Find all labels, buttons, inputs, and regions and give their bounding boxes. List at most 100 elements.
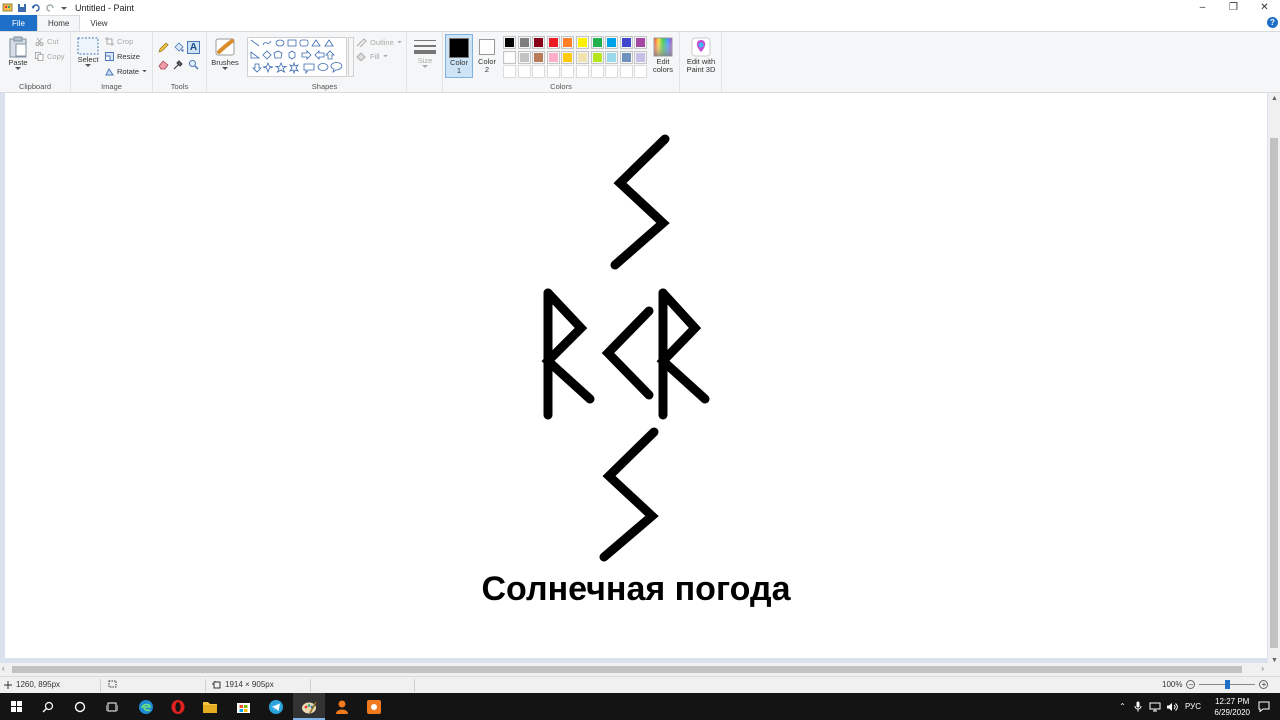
help-icon[interactable]: ?	[1267, 17, 1278, 28]
palette-swatch[interactable]	[532, 50, 546, 64]
palette-swatch[interactable]	[503, 50, 516, 64]
task-view-icon	[106, 702, 118, 711]
palette-swatch[interactable]	[634, 36, 648, 49]
scroll-up-icon[interactable]: ▲	[1271, 95, 1278, 102]
close-button[interactable]: ✕	[1249, 0, 1280, 15]
brushes-button[interactable]: Brushes	[210, 36, 240, 71]
color1-button[interactable]: Color 1	[445, 34, 473, 78]
palette-swatch[interactable]	[561, 36, 575, 49]
horizontal-scrollbar[interactable]: ‹ ›	[0, 663, 1280, 676]
outline-dropdown[interactable]: Outline	[356, 38, 402, 47]
fill-dropdown[interactable]: Fill	[356, 52, 388, 61]
custom-color-slot[interactable]	[619, 65, 633, 79]
shapes-gallery[interactable]	[247, 37, 347, 77]
palette-swatch[interactable]	[576, 50, 589, 64]
custom-color-slot[interactable]	[546, 65, 560, 79]
palette-swatch[interactable]	[605, 50, 619, 64]
tab-home[interactable]: Home	[37, 15, 81, 31]
taskbar-app-person[interactable]	[326, 693, 358, 720]
palette-swatch[interactable]	[619, 36, 633, 49]
custom-color-slot[interactable]	[532, 65, 546, 79]
palette-swatch[interactable]	[561, 50, 575, 64]
palette-swatch[interactable]	[532, 36, 546, 49]
paint3d-label: Edit with Paint 3D	[686, 57, 716, 74]
palette-swatch[interactable]	[605, 36, 619, 49]
save-icon[interactable]	[16, 2, 27, 13]
palette-swatch[interactable]	[590, 50, 604, 64]
crop-button[interactable]: Crop	[105, 37, 133, 46]
scroll-right-icon[interactable]: ›	[1261, 664, 1264, 673]
text-tool-icon[interactable]: A	[187, 41, 200, 54]
zoom-in-icon[interactable]: +	[1259, 680, 1269, 689]
action-center-button[interactable]	[1248, 693, 1280, 720]
fill-bucket-icon[interactable]	[173, 42, 184, 53]
search-button[interactable]	[32, 693, 64, 720]
custom-color-slot[interactable]	[561, 65, 575, 79]
palette-swatch[interactable]	[546, 36, 560, 49]
paint-window: Untitled - Paint – ❐ ✕ File Home View ? …	[0, 0, 1280, 720]
palette-swatch[interactable]	[619, 50, 633, 64]
horizontal-scroll-thumb[interactable]	[12, 666, 1242, 673]
cut-button[interactable]: Cut	[35, 37, 59, 46]
rotate-button[interactable]: Rotate	[105, 67, 147, 76]
paste-button[interactable]: Paste	[6, 36, 30, 71]
taskbar-file-explorer[interactable]	[194, 693, 226, 720]
drawing-canvas[interactable]: Солнечная погода	[5, 93, 1267, 658]
color2-button[interactable]: Color 2	[475, 34, 499, 78]
custom-color-slot[interactable]	[590, 65, 604, 79]
color-picker-icon[interactable]	[173, 59, 184, 70]
taskbar-clock[interactable]: 12:27 PM 6/29/2020	[1214, 696, 1250, 718]
taskbar-paint[interactable]	[293, 693, 325, 720]
zoom-out-icon[interactable]: –	[1186, 680, 1196, 689]
pencil-icon[interactable]	[158, 42, 169, 53]
palette-swatch[interactable]	[517, 36, 531, 49]
outline-label: Outline	[370, 38, 394, 47]
custom-color-slot[interactable]	[634, 65, 648, 79]
palette-swatch[interactable]	[503, 36, 516, 49]
palette-swatch[interactable]	[576, 36, 589, 49]
copy-button[interactable]: Copy	[35, 52, 65, 61]
volume-icon[interactable]	[1166, 702, 1178, 712]
edit-colors-button[interactable]: Edit colors	[649, 37, 677, 74]
undo-icon[interactable]	[30, 2, 41, 13]
customize-qat-icon[interactable]	[58, 2, 69, 13]
taskbar-opera[interactable]	[162, 693, 194, 720]
show-hidden-icons-icon[interactable]: ⌃	[1116, 702, 1129, 711]
window-title: Untitled - Paint	[75, 2, 135, 13]
shapes-gallery-scroll[interactable]	[348, 37, 354, 77]
redo-icon[interactable]	[44, 2, 55, 13]
palette-swatch[interactable]	[634, 50, 648, 64]
network-icon[interactable]	[1149, 702, 1161, 712]
custom-color-slot[interactable]	[503, 65, 516, 79]
vertical-scroll-thumb[interactable]	[1270, 138, 1278, 648]
palette-swatch[interactable]	[546, 50, 560, 64]
minimize-button[interactable]: –	[1187, 0, 1218, 15]
cortana-button[interactable]	[64, 693, 96, 720]
task-view-button[interactable]	[96, 693, 128, 720]
taskbar-store[interactable]	[227, 693, 259, 720]
palette-swatch[interactable]	[590, 36, 604, 49]
eraser-icon[interactable]	[158, 59, 169, 70]
language-indicator[interactable]: РУС	[1185, 702, 1201, 711]
taskbar-telegram[interactable]	[260, 693, 292, 720]
scroll-left-icon[interactable]: ‹	[2, 664, 5, 673]
custom-color-slot[interactable]	[517, 65, 531, 79]
edit-with-paint3d-button[interactable]: Edit with Paint 3D	[682, 37, 720, 74]
clock-time: 12:27 PM	[1215, 697, 1250, 706]
palette-swatch[interactable]	[517, 50, 531, 64]
taskbar-edge[interactable]	[130, 693, 162, 720]
maximize-button[interactable]: ❐	[1218, 0, 1249, 15]
magnifier-icon[interactable]	[188, 59, 199, 70]
size-button[interactable]: Size	[411, 38, 439, 69]
tab-view[interactable]: View	[80, 15, 117, 31]
custom-color-slot[interactable]	[576, 65, 589, 79]
zoom-slider[interactable]	[1199, 680, 1256, 689]
select-button[interactable]: Select	[75, 37, 101, 68]
vertical-scrollbar[interactable]: ▲ ▼	[1268, 93, 1280, 666]
resize-button[interactable]: Resize	[105, 52, 140, 61]
taskbar-app-orange[interactable]	[358, 693, 390, 720]
tab-file[interactable]: File	[0, 15, 37, 31]
custom-color-slot[interactable]	[605, 65, 619, 79]
start-button[interactable]	[0, 693, 32, 720]
microphone-icon[interactable]	[1134, 701, 1142, 712]
